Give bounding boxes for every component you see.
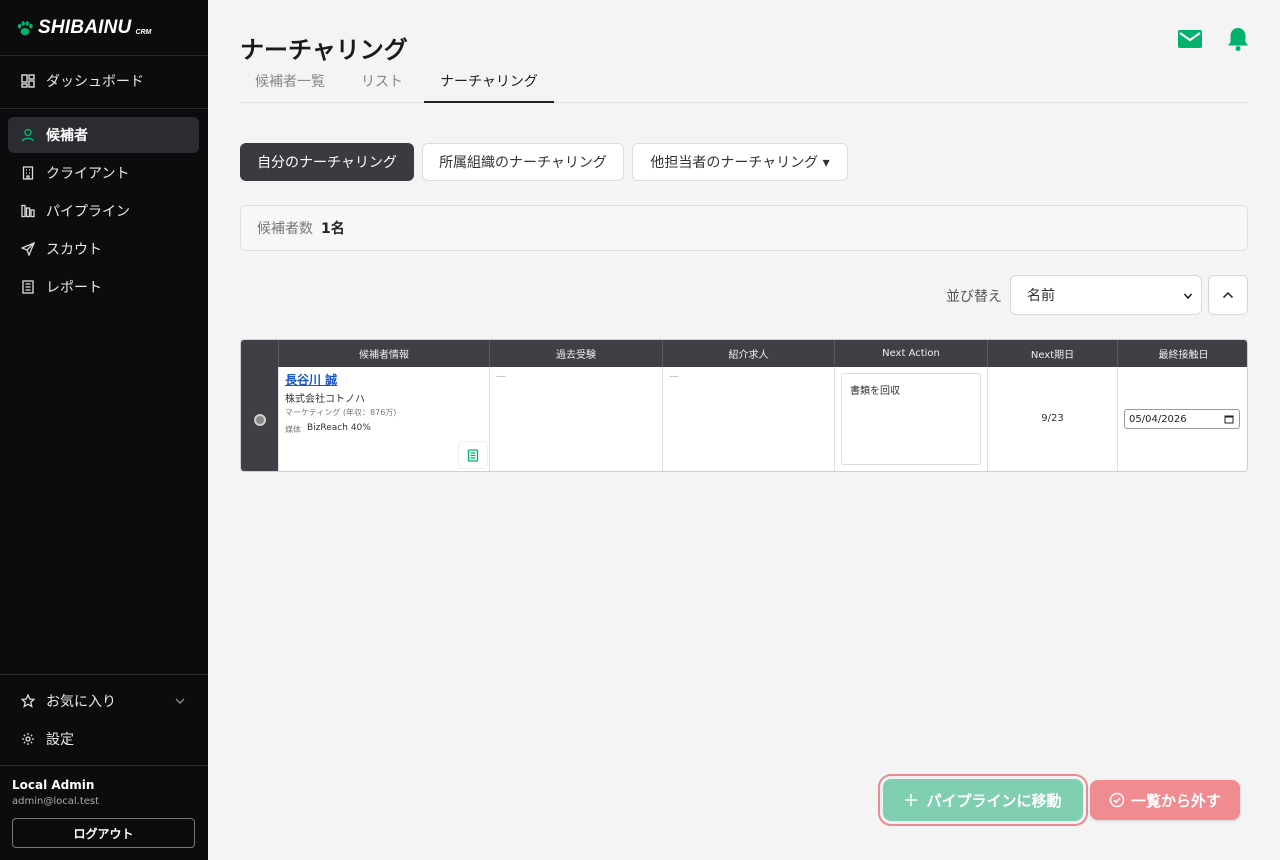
referral-value: — bbox=[669, 371, 679, 382]
last-contact-date-input[interactable]: 05/04/2026 bbox=[1124, 409, 1240, 429]
user-email: admin@local.test bbox=[12, 796, 100, 807]
sidebar-item-label: 候補者 bbox=[46, 128, 88, 144]
sidebar-divider bbox=[0, 55, 208, 56]
chevron-down-icon[interactable] bbox=[173, 694, 187, 708]
candidate-info-cell: 長谷川 誠 株式会社コトノハ マーケティング (年収：876万) 媒体 BizR… bbox=[279, 367, 490, 471]
tab-list[interactable]: リスト bbox=[347, 64, 417, 102]
table-header-last-contact: 最終接触日 bbox=[1158, 350, 1209, 361]
building-icon bbox=[20, 165, 36, 181]
sort-label: 並び替え bbox=[946, 289, 1002, 305]
sidebar-item-label: クライアント bbox=[46, 166, 130, 182]
gear-icon bbox=[20, 731, 36, 747]
sort-select[interactable]: 名前 bbox=[1010, 275, 1202, 315]
sort-selected-value: 名前 bbox=[1027, 288, 1055, 304]
row-select-cell bbox=[241, 367, 279, 471]
sidebar-item-favorites[interactable]: お気に入り bbox=[8, 683, 199, 719]
candidate-name-link[interactable]: 長谷川 誠 bbox=[285, 371, 337, 388]
candidate-company: 株式会社コトノハ bbox=[285, 394, 365, 405]
sidebar-item-report[interactable]: レポート bbox=[8, 269, 199, 305]
table-header-next-action: Next Action bbox=[835, 340, 988, 367]
table-header-past-exam: 過去受験 bbox=[490, 340, 663, 367]
paw-icon bbox=[17, 21, 33, 36]
candidate-table: 候補者情報 過去受験 紹介求人 Next Action Next期日 最終接触日… bbox=[240, 339, 1248, 472]
filter-others-dropdown[interactable]: 他担当者のナーチャリング ▾ bbox=[632, 143, 848, 181]
candidate-count-label: 候補者数 bbox=[257, 221, 313, 237]
mail-icon[interactable] bbox=[1177, 26, 1203, 52]
move-to-pipeline-label: パイプラインに移動 bbox=[926, 791, 1062, 810]
table-header-referral: 紹介求人 bbox=[663, 340, 835, 367]
sidebar-item-settings[interactable]: 設定 bbox=[8, 721, 199, 757]
dashboard-icon bbox=[20, 73, 36, 89]
sidebar-divider bbox=[0, 765, 208, 766]
past-exam-cell: — bbox=[490, 367, 663, 471]
row-select-radio[interactable] bbox=[253, 413, 266, 426]
sidebar-item-pipeline[interactable]: パイプライン bbox=[8, 193, 199, 229]
table-header-candidate: 候補者情報 bbox=[279, 340, 490, 367]
referral-cell: — bbox=[663, 367, 835, 471]
tab-bar: 候補者一覧 リスト ナーチャリング bbox=[240, 64, 1248, 103]
chevron-down-icon bbox=[1183, 293, 1193, 300]
candidate-media: BizReach 40% bbox=[307, 423, 371, 433]
chevron-up-icon bbox=[1222, 291, 1234, 299]
sidebar-item-label: お気に入り bbox=[46, 694, 116, 710]
candidate-job: マーケティング (年収：876万) bbox=[285, 408, 397, 417]
sidebar-divider bbox=[0, 108, 208, 109]
user-icon bbox=[20, 127, 36, 143]
sidebar-item-scout[interactable]: スカウト bbox=[8, 231, 199, 267]
send-icon bbox=[20, 241, 36, 257]
sidebar-item-label: パイプライン bbox=[46, 204, 130, 220]
sidebar-item-label: ダッシュボード bbox=[46, 74, 144, 90]
candidate-count-box: 候補者数 1名 bbox=[240, 205, 1248, 251]
sidebar-divider bbox=[0, 674, 208, 675]
table-header-next-date: Next期日 bbox=[988, 340, 1118, 367]
plus-icon bbox=[905, 794, 918, 806]
report-icon bbox=[20, 279, 36, 295]
star-icon bbox=[20, 693, 36, 709]
sidebar-item-clients[interactable]: クライアント bbox=[8, 155, 199, 191]
page-title: ナーチャリング bbox=[240, 36, 408, 64]
candidate-count-value: 1名 bbox=[321, 221, 345, 237]
sort-direction-button[interactable] bbox=[1208, 275, 1248, 315]
sidebar-item-candidates[interactable]: 候補者 bbox=[8, 117, 199, 153]
document-icon bbox=[467, 448, 479, 462]
tab-nurturing[interactable]: ナーチャリング bbox=[424, 64, 554, 103]
candidate-media-label: 媒体 bbox=[285, 425, 301, 434]
brand-logo[interactable]: SHIBAINU CRM bbox=[16, 16, 151, 40]
table-row: 長谷川 誠 株式会社コトノハ マーケティング (年収：876万) 媒体 BizR… bbox=[241, 367, 1247, 471]
check-circle-icon bbox=[1109, 792, 1125, 808]
move-to-pipeline-button[interactable]: パイプラインに移動 bbox=[883, 779, 1083, 821]
filter-mine-button[interactable]: 自分のナーチャリング bbox=[240, 143, 414, 181]
remove-from-list-label: 一覧から外す bbox=[1130, 791, 1221, 810]
calendar-icon[interactable] bbox=[1224, 414, 1234, 424]
next-date-cell: 9/23 bbox=[988, 367, 1118, 471]
table-header: 候補者情報 過去受験 紹介求人 Next Action Next期日 最終接触日 bbox=[241, 340, 1247, 367]
bell-icon[interactable] bbox=[1225, 26, 1251, 52]
sidebar: SHIBAINU CRM ダッシュボード 候補者 クライアント パイプライン ス… bbox=[0, 0, 208, 860]
past-exam-value: — bbox=[496, 371, 506, 382]
user-name: Local Admin bbox=[12, 778, 95, 792]
remove-from-list-button[interactable]: 一覧から外す bbox=[1090, 780, 1240, 820]
next-action-cell: 書類を回収 bbox=[835, 367, 988, 471]
tab-candidate-list[interactable]: 候補者一覧 bbox=[240, 64, 340, 102]
filter-org-button[interactable]: 所属組織のナーチャリング bbox=[422, 143, 624, 181]
last-contact-date-value: 05/04/2026 bbox=[1129, 413, 1187, 425]
sidebar-item-dashboard[interactable]: ダッシュボード bbox=[8, 63, 199, 99]
brand-suffix: CRM bbox=[135, 28, 152, 36]
document-button[interactable] bbox=[459, 442, 487, 468]
logout-button[interactable]: ログアウト bbox=[12, 818, 195, 848]
pipeline-icon bbox=[20, 203, 36, 219]
next-date-value: 9/23 bbox=[1041, 413, 1064, 424]
sidebar-item-label: 設定 bbox=[46, 732, 74, 748]
sidebar-item-label: スカウト bbox=[46, 242, 102, 258]
brand-name: SHIBAINU bbox=[38, 17, 132, 38]
table-header-select bbox=[241, 340, 279, 367]
sidebar-item-label: レポート bbox=[46, 280, 102, 296]
next-action-textarea[interactable]: 書類を回収 bbox=[841, 373, 981, 465]
last-contact-cell: 05/04/2026 bbox=[1118, 367, 1247, 471]
